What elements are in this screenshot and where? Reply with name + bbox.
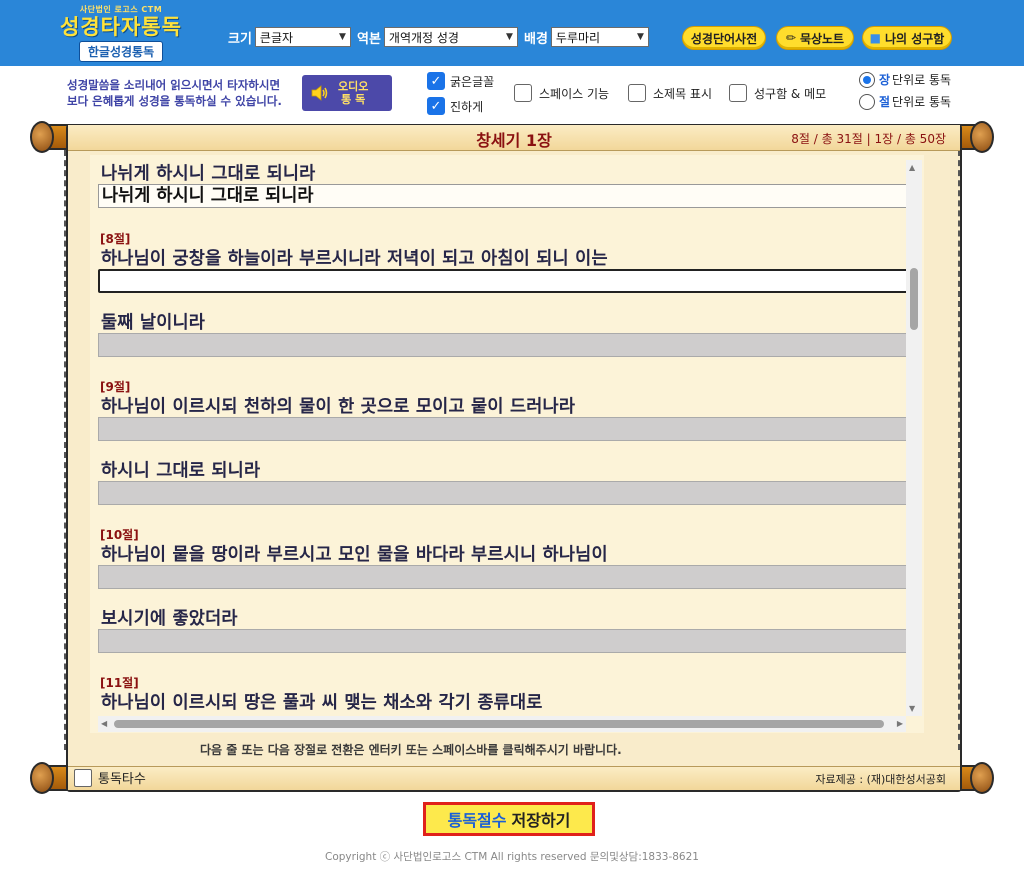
chevron-down-icon: ▼	[637, 32, 644, 42]
chapter-unit-radio[interactable]: 장 단위로 통독	[859, 71, 951, 88]
version-select[interactable]: 개역개정 성경 ▼	[383, 27, 518, 47]
radio-dot	[859, 71, 875, 88]
reading-notice: 성경말씀을 소리내어 읽으시면서 타자하시면 보다 은혜롭게 성경을 통독하실 …	[67, 77, 282, 109]
scripture-line: 나뉘게 하시니 그대로 되니라	[101, 164, 316, 184]
app-header: 사단법인 로고스 CTM 성경타자통독 한글성경통독 크기 큰글자 ▼ 역본 개…	[0, 0, 1024, 66]
audio-button-label: 오디오 통 독	[338, 80, 368, 106]
size-select-group: 크기 큰글자 ▼	[228, 27, 351, 47]
size-label: 크기	[228, 31, 252, 47]
size-select-value: 큰글자	[259, 30, 294, 45]
typing-count-label: 통독타수	[98, 772, 146, 787]
scroll-down-icon[interactable]: ▼	[909, 704, 915, 713]
typing-input-active[interactable]	[98, 269, 908, 293]
version-select-value: 개역개정 성경	[388, 30, 459, 45]
typing-count-checkbox[interactable]: 통독타수	[74, 768, 146, 787]
chapter-radio-label: 단위로 통독	[892, 73, 952, 87]
audio-reading-button[interactable]: 오디오 통 독	[302, 75, 392, 111]
darker-label: 진하게	[450, 99, 484, 114]
scroll-edge-left	[54, 150, 66, 750]
jar-icon: ■	[869, 31, 881, 45]
scroll-edge-right	[958, 150, 970, 750]
verse-radio-key: 절	[879, 95, 891, 109]
audio-label-line-2: 통 독	[341, 93, 366, 106]
bold-font-checkbox[interactable]: ✓ 굵은글꼴	[427, 72, 494, 90]
chapter-radio-key: 장	[879, 73, 891, 87]
scrollbar-thumb[interactable]	[910, 268, 918, 330]
scripture-line: 하나님이 이르시되 땅은 풀과 씨 맺는 채소와 각기 종류대로	[101, 693, 543, 713]
scroll-left-icon[interactable]: ◀	[101, 719, 107, 728]
check-icon: ✓	[427, 72, 445, 90]
subtitle-label: 소제목 표시	[653, 86, 713, 101]
scripture-line: 둘째 날이니라	[101, 313, 206, 333]
checkbox-box	[628, 84, 646, 102]
verse-unit-radio[interactable]: 절 단위로 통독	[859, 93, 951, 110]
notebook-button[interactable]: ✏ 묵상노트	[776, 26, 854, 50]
space-feature-label: 스페이스 기능	[539, 86, 610, 101]
typing-input[interactable]	[98, 565, 908, 589]
typing-input[interactable]	[98, 417, 908, 441]
typing-input[interactable]	[98, 481, 908, 505]
scripture-line: 보시기에 좋았더라	[101, 609, 238, 629]
typing-input[interactable]	[98, 629, 908, 653]
audio-label-line-1: 오디오	[338, 80, 369, 93]
scroll-cap-icon	[30, 762, 54, 794]
checkbox-box	[514, 84, 532, 102]
scripture-line: 하나님이 궁창을 하늘이라 부르시니라 저녁이 되고 아침이 되니 이는	[101, 249, 608, 269]
darker-checkbox[interactable]: ✓ 진하게	[427, 97, 483, 115]
background-label: 배경	[524, 31, 548, 47]
logo-subtitle: 사단법인 로고스 CTM	[79, 5, 163, 14]
radio-dot	[859, 93, 875, 110]
size-select[interactable]: 큰글자 ▼	[254, 27, 351, 47]
space-feature-checkbox[interactable]: 스페이스 기능	[514, 84, 609, 102]
vertical-scrollbar[interactable]: ▲ ▼	[906, 160, 922, 716]
logo[interactable]: 사단법인 로고스 CTM 성경타자통독 한글성경통독	[58, 4, 184, 62]
bold-font-label: 굵은글꼴	[450, 74, 495, 89]
scroll-up-icon[interactable]: ▲	[909, 163, 915, 172]
checkbox-box	[74, 768, 92, 787]
dictionary-button-label: 성경단어사전	[690, 31, 758, 46]
reading-progress: 8절 / 총 31절 | 1장 / 총 50장	[791, 132, 946, 146]
verse-radio-label: 단위로 통독	[892, 95, 952, 109]
dictionary-button[interactable]: 성경단어사전	[682, 26, 766, 50]
logo-pill: 한글성경통독	[78, 41, 164, 62]
scroll-cap-icon	[970, 121, 994, 153]
scroll-right-icon[interactable]: ▶	[897, 719, 903, 728]
notebook-button-label: 묵상노트	[799, 31, 845, 46]
verse-memo-label: 성구함 & 메모	[754, 86, 827, 101]
checkbox-box	[729, 84, 747, 102]
scrollbar-thumb[interactable]	[114, 720, 884, 728]
data-source: 자료제공 : (재)대한성서공회	[815, 773, 946, 786]
background-select-group: 배경 두루마리 ▼	[524, 27, 649, 47]
chapter-title-bar: 창세기 1장 8절 / 총 31절 | 1장 / 총 50장	[68, 125, 960, 151]
navigation-hint: 다음 줄 또는 다음 장절로 전환은 엔터키 또는 스페이스바를 클릭해주시기 …	[200, 743, 622, 757]
background-select-value: 두루마리	[555, 30, 601, 45]
version-label: 역본	[357, 31, 381, 47]
my-verses-button[interactable]: ■ 나의 성구함	[862, 26, 952, 50]
typing-input[interactable]	[98, 333, 908, 357]
copyright: Copyright ⓒ 사단법인로고스 CTM All rights reser…	[325, 851, 699, 863]
horizontal-scrollbar[interactable]: ◀ ▶	[98, 716, 906, 732]
check-icon: ✓	[427, 97, 445, 115]
typing-input-completed[interactable]: 나뉘게 하시니 그대로 되니라	[98, 184, 908, 208]
pencil-icon: ✏	[785, 31, 796, 45]
verse-memo-checkbox[interactable]: 성구함 & 메모	[729, 84, 826, 102]
version-select-group: 역본 개역개정 성경 ▼	[357, 27, 518, 47]
scroll-cap-icon	[30, 121, 54, 153]
background-select[interactable]: 두루마리 ▼	[550, 27, 649, 47]
notice-line-2: 보다 은혜롭게 성경을 통독하실 수 있습니다.	[67, 94, 282, 108]
chevron-down-icon: ▼	[339, 32, 346, 42]
my-verses-button-label: 나의 성구함	[884, 31, 945, 46]
chevron-down-icon: ▼	[506, 32, 513, 42]
save-button-label: 저장하기	[511, 811, 571, 830]
speaker-icon	[311, 85, 328, 101]
save-verse-count-button[interactable]: 통독절수 저장하기	[423, 802, 595, 836]
subtitle-checkbox[interactable]: 소제목 표시	[628, 84, 712, 102]
scripture-line: 하나님이 뭍을 땅이라 부르시고 모인 물을 바다라 부르시니 하나님이	[101, 545, 608, 565]
save-button-label-blue: 통독절수	[447, 811, 507, 830]
scripture-line: 하시니 그대로 되니라	[101, 461, 261, 481]
logo-title: 성경타자통독	[60, 15, 182, 39]
notice-line-1: 성경말씀을 소리내어 읽으시면서 타자하시면	[67, 78, 281, 92]
scripture-line: 하나님이 이르시되 천하의 물이 한 곳으로 모이고 뭍이 드러나라	[101, 397, 576, 417]
scroll-cap-icon	[970, 762, 994, 794]
